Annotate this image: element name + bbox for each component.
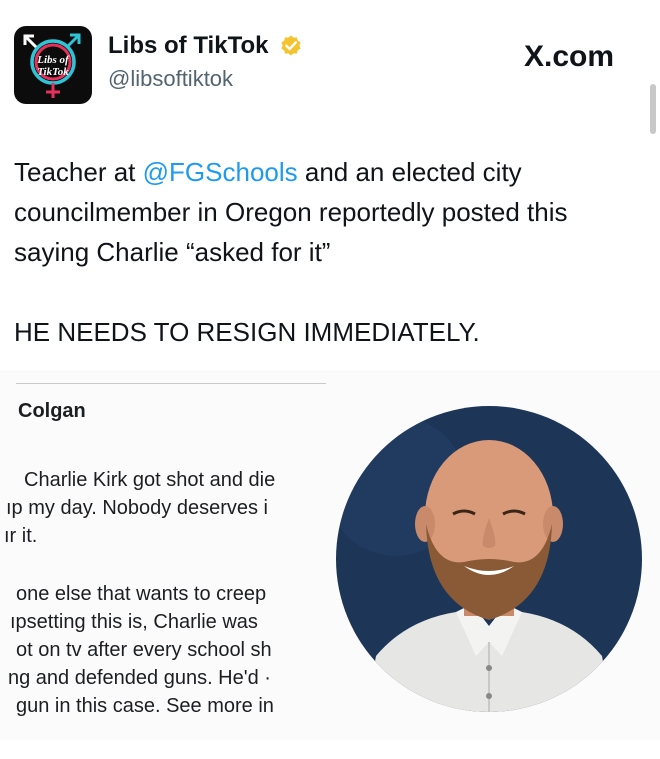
divider: [16, 383, 326, 384]
embedded-post-line: gun in this case. See more in: [16, 695, 274, 717]
avatar-text: TikTok: [37, 66, 69, 78]
embedded-post-line: ıp my day. Nobody deserves i: [6, 497, 268, 519]
x-com-logo: X.com: [524, 40, 615, 73]
tweet-header: Libs of TikTok Libs of TikTok @libsoftik…: [0, 0, 660, 134]
tweet-paragraph: Teacher at @FGSchools and an elected cit…: [14, 152, 644, 272]
embedded-post-line: one else that wants to creep: [16, 583, 267, 605]
embedded-post-line: Charlie Kirk got shot and die: [24, 469, 276, 491]
embedded-post-line: ng and defended guns. He'd ·: [8, 667, 271, 689]
embedded-post-line: ıpsetting this is, Charlie was: [10, 611, 258, 633]
tweet-media-image[interactable]: Colgan Charlie Kirk got shot and die ıp …: [0, 370, 660, 740]
embedded-post-line: ot on tv after every school sh: [16, 639, 272, 661]
verified-badge-icon: [281, 35, 301, 56]
profile-photo: [336, 406, 642, 712]
embedded-post-paragraph: one else that wants to creep ıpsetting t…: [0, 580, 328, 720]
scrollbar[interactable]: [650, 84, 656, 134]
display-name[interactable]: Libs of TikTok: [108, 32, 268, 60]
tweet-text-segment: Teacher at: [14, 157, 143, 187]
embedded-post-line: ır it.: [4, 525, 38, 547]
tweet-text: Teacher at @FGSchools and an elected cit…: [14, 152, 644, 352]
embedded-post-paragraph: Charlie Kirk got shot and die ıp my day.…: [0, 466, 328, 550]
embedded-post-author: Colgan: [18, 400, 86, 422]
account-handle[interactable]: @libsoftiktok: [108, 66, 233, 92]
tweet-paragraph: HE NEEDS TO RESIGN IMMEDIATELY.: [14, 317, 480, 347]
avatar-text: Libs of: [37, 54, 69, 66]
account-avatar[interactable]: Libs of TikTok: [14, 26, 92, 104]
mention-link[interactable]: @FGSchools: [143, 157, 298, 187]
profile-photo-illustration: [336, 406, 642, 712]
